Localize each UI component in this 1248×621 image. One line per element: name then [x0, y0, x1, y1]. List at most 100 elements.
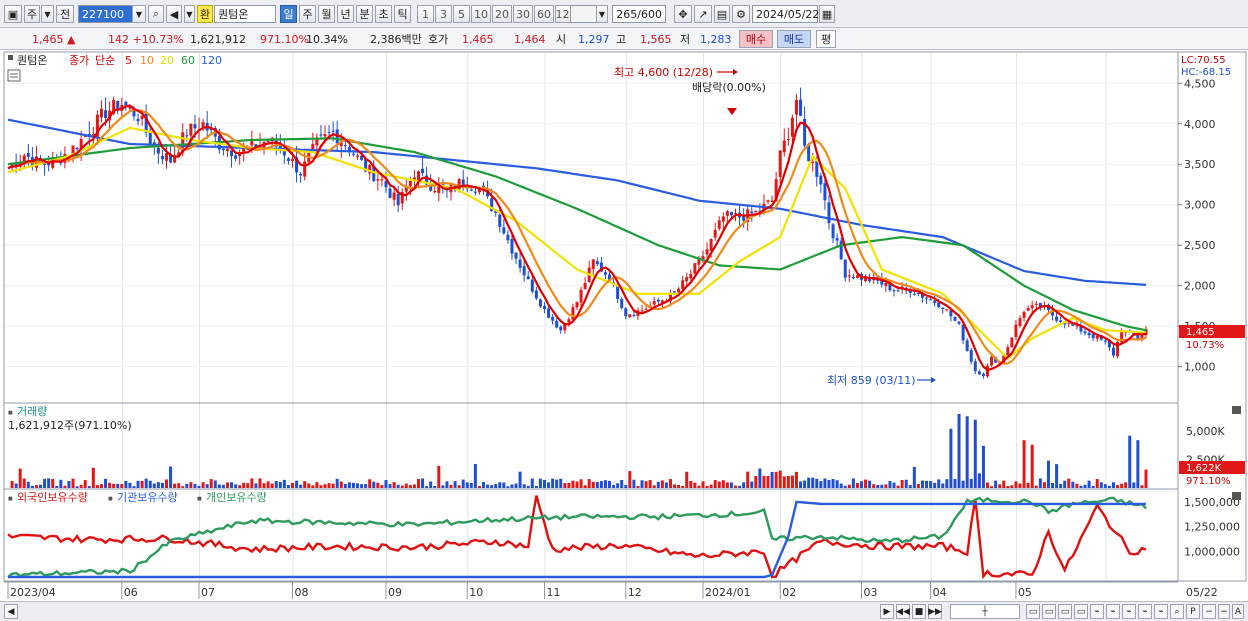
x-tick-label: 11 [546, 586, 560, 599]
period-tab[interactable]: 년 [337, 5, 354, 23]
volume-bar [173, 483, 177, 488]
volume-bar [177, 483, 181, 488]
volume-bar [1140, 485, 1144, 488]
period-tab[interactable]: 일 [280, 5, 297, 23]
buy-button[interactable]: 매수 [739, 30, 773, 48]
chart-area[interactable]: 1,0001,5002,0002,5003,0003,5004,0004,500… [0, 51, 1248, 601]
period-tab[interactable]: 주 [299, 5, 316, 23]
legend-ma120: 120 [201, 54, 222, 67]
layout-icon[interactable]: ▣ [4, 5, 22, 23]
scroll-down-icon[interactable]: − [1218, 604, 1230, 619]
interval-tab[interactable]: 1 [417, 5, 434, 23]
tool-icon-1[interactable]: ⌁ [1090, 604, 1104, 619]
interval-dropdown-icon[interactable]: ▼ [596, 5, 608, 23]
save-icon[interactable]: ▤ [714, 5, 730, 23]
tool-icon-4[interactable]: ⌁ [1138, 604, 1152, 619]
interval-tab[interactable]: 30 [513, 5, 533, 23]
calendar-icon[interactable]: ▦ [819, 5, 835, 23]
candle [815, 160, 819, 177]
sell-button[interactable]: 매도 [777, 30, 811, 48]
tool-icon-2[interactable]: ⌁ [1106, 604, 1120, 619]
layout-icon-1[interactable]: ▭ [1026, 604, 1040, 619]
stock-chart[interactable]: 1,0001,5002,0002,5003,0003,5004,0004,500… [0, 51, 1248, 601]
search-icon[interactable]: ⌕ [148, 5, 164, 23]
volume-bar [636, 485, 640, 488]
candle [912, 293, 916, 295]
stop-icon[interactable]: ■ [912, 604, 926, 619]
candle [896, 290, 900, 292]
candle [502, 227, 506, 234]
period-tab[interactable]: 분 [356, 5, 373, 23]
code-dropdown-icon[interactable]: ▼ [132, 5, 146, 23]
candle [583, 282, 587, 290]
rewind-icon[interactable]: ◀◀ [896, 604, 910, 619]
scroll-right-icon[interactable]: ▶ [880, 604, 894, 619]
speaker-dropdown-icon[interactable]: ▼ [184, 5, 195, 23]
layout-icon-4[interactable]: ▭ [1074, 604, 1088, 619]
candle [778, 150, 782, 178]
volume-bar [55, 486, 59, 488]
gear-icon[interactable]: ⚙ [732, 5, 750, 23]
bid-price: 1,464 [514, 32, 546, 46]
prev-button[interactable]: 전 [56, 5, 74, 23]
scroll-left-icon[interactable]: ◀ [4, 604, 18, 619]
interval-tab[interactable]: 3 [435, 5, 452, 23]
tool-icon-3[interactable]: ⌁ [1122, 604, 1136, 619]
candle [421, 168, 425, 174]
market-selector[interactable]: 주 [24, 5, 40, 23]
interval-tab[interactable]: 20 [492, 5, 512, 23]
volume-bar [790, 475, 794, 488]
volume-panel-close-icon[interactable] [1232, 406, 1241, 414]
volume-bar [998, 484, 1002, 488]
volume-bar [140, 480, 144, 488]
period-tab[interactable]: 초 [375, 5, 392, 23]
volume-bar [583, 485, 587, 488]
volume-bar [819, 481, 823, 488]
forward-icon[interactable]: ▶▶ [928, 604, 942, 619]
date-input[interactable]: 2024/05/22 [752, 5, 819, 23]
volume-bar [506, 486, 510, 488]
volume-bar [343, 483, 347, 488]
prev-label: 전 [59, 8, 71, 21]
turnover-rate: 10.34% [306, 32, 348, 46]
candle [884, 282, 888, 287]
zoom-out-icon[interactable]: − [1202, 604, 1216, 619]
ask-price: 1,465 [462, 32, 494, 46]
volume-bar [1022, 440, 1026, 488]
holding-panel-close-icon[interactable] [1232, 492, 1241, 500]
candle [847, 275, 851, 277]
volume-bar [908, 485, 912, 488]
trade-amount: 2,386백만 [370, 33, 422, 46]
zoom-in-icon[interactable]: P [1186, 604, 1200, 619]
interval-tab[interactable]: 60 [534, 5, 554, 23]
volume-bar [750, 481, 754, 488]
volume-bar [1059, 484, 1063, 488]
interval-tab[interactable]: 10 [471, 5, 491, 23]
period-tab[interactable]: 월 [318, 5, 335, 23]
x-tick-label: 02 [782, 586, 796, 599]
speaker-icon[interactable]: ◀ [166, 5, 182, 23]
candle [473, 191, 477, 193]
candle [620, 298, 624, 308]
eval-button[interactable]: 평 [816, 30, 836, 48]
market-dropdown-icon[interactable]: ▼ [41, 5, 54, 23]
font-size-icon[interactable]: A [1232, 604, 1244, 619]
layout-icon-2[interactable]: ▭ [1042, 604, 1056, 619]
volume-bar [632, 479, 636, 488]
draw-tool-icon[interactable]: ↗ [694, 5, 712, 23]
volume-bar [1071, 481, 1075, 488]
stock-name-field[interactable]: 퀀텀온 [214, 5, 276, 23]
count-input[interactable]: 265/600 [612, 5, 666, 23]
candle [286, 158, 290, 161]
crosshair-icon[interactable]: ✥ [674, 5, 692, 23]
period-tab[interactable]: 틱 [394, 5, 411, 23]
currency-button[interactable]: 환 [197, 5, 213, 23]
volume-bar [221, 484, 225, 488]
candle [794, 100, 798, 115]
interval-tab[interactable]: 5 [453, 5, 470, 23]
chart-settings-icon[interactable] [7, 69, 21, 82]
zoom-slider[interactable]: ┼ [950, 604, 1020, 619]
tool-icon-5[interactable]: ⌁ [1154, 604, 1168, 619]
layout-icon-3[interactable]: ▭ [1058, 604, 1072, 619]
search-icon-bottom[interactable]: ⌕ [1170, 604, 1184, 619]
